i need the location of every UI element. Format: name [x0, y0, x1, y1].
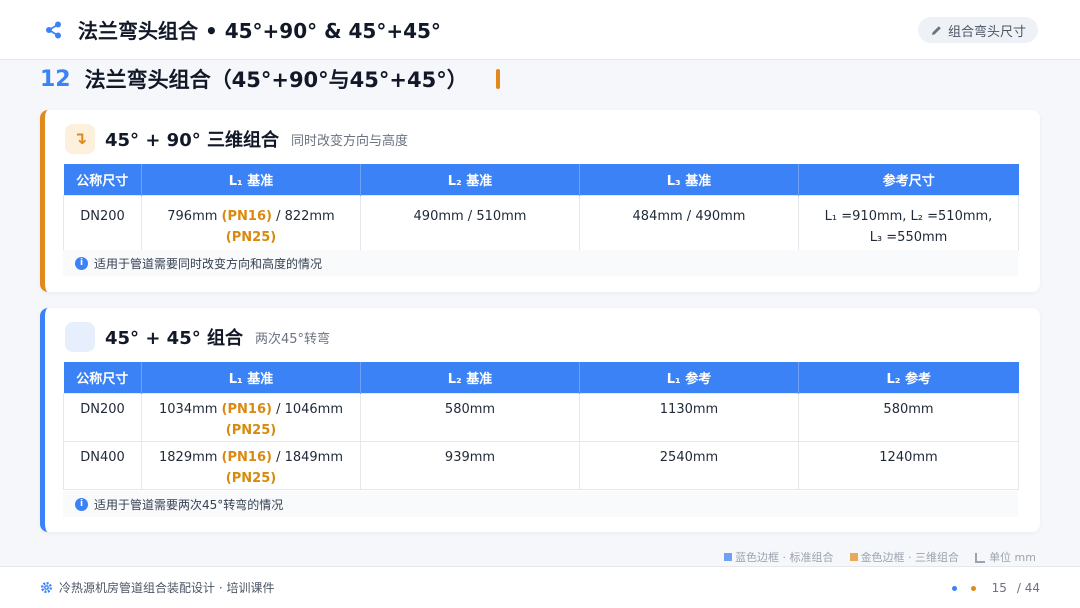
- info-icon: i: [75, 497, 88, 511]
- pn16-label: (PN16): [221, 208, 272, 224]
- cell-l3: 484mm / 490mm: [579, 194, 799, 251]
- note-row: i 适用于管道需要同时改变方向和高度的情况: [63, 250, 1018, 276]
- footer-bar: 冷热源机房管道组合装配设计 · 培训课件 15 / 44: [0, 566, 1080, 608]
- cell-l1-ref: 1130mm: [579, 392, 799, 442]
- dimension-table: 公称尺寸 L₁ 基准 L₂ 基准 L₃ 基准 参考尺寸 DN200 796mm …: [63, 164, 1019, 251]
- ruler-icon: [975, 552, 986, 563]
- table-header-row: 公称尺寸 L₁ 基准 L₂ 基准 L₁ 参考 L₂ 参考: [63, 362, 1019, 393]
- legend-item-blue: 蓝色边框 · 标准组合: [724, 549, 834, 565]
- note-text: 适用于管道需要两次45°转弯的情况: [94, 497, 284, 512]
- table-header-row: 公称尺寸 L₁ 基准 L₂ 基准 L₃ 基准 参考尺寸: [63, 164, 1019, 195]
- section-accent-bar: [495, 69, 500, 89]
- cell-size: DN400: [63, 440, 142, 490]
- column-header: L₁ 基准: [141, 362, 361, 393]
- card-45-90: ↴ 45° + 90° 三维组合 同时改变方向与高度 公称尺寸 L₁ 基准 L₂…: [40, 110, 1040, 292]
- header-bar: 法兰弯头组合 • 45°+90° & 45°+45° 组合弯头尺寸: [0, 0, 1080, 60]
- note-row: i 适用于管道需要两次45°转弯的情况: [63, 491, 1018, 517]
- cell-l1: 796mm (PN16) / 822mm (PN25): [141, 194, 361, 251]
- card-title: 45° + 90° 三维组合: [105, 130, 279, 151]
- cell-l2: 580mm: [360, 392, 580, 442]
- column-header: 公称尺寸: [63, 164, 142, 195]
- cell-size: DN200: [63, 194, 142, 251]
- pn25-label: (PN25): [225, 422, 277, 438]
- legend: 蓝色边框 · 标准组合 金色边框 · 三维组合 单位 mm: [708, 549, 1036, 565]
- column-header: 公称尺寸: [63, 362, 142, 393]
- page-number: 15: [991, 581, 1007, 595]
- cell-l2-ref: 580mm: [798, 392, 1019, 442]
- pn16-label: (PN16): [221, 449, 272, 465]
- cell-l2: 939mm: [360, 440, 580, 490]
- dimension-table: 公称尺寸 L₁ 基准 L₂ 基准 L₁ 参考 L₂ 参考 DN200 1034m…: [63, 362, 1019, 490]
- header-badge: 组合弯头尺寸: [917, 17, 1038, 43]
- footer-text: 冷热源机房管道组合装配设计 · 培训课件: [59, 581, 275, 595]
- section-title: 法兰弯头组合（45°+90°与45°+45°）: [84, 68, 468, 92]
- legend-item-unit: 单位 mm: [975, 549, 1036, 565]
- gear-icon: [41, 582, 52, 593]
- cell-size: DN200: [63, 392, 142, 442]
- pn25-label: (PN25): [225, 470, 277, 486]
- page-dot: [951, 585, 957, 591]
- cell-l1: 1829mm (PN16) / 1849mm (PN25): [141, 440, 361, 490]
- section-heading: 12 法兰弯头组合（45°+90°与45°+45°）: [40, 62, 500, 96]
- header-title: 法兰弯头组合 • 45°+90° & 45°+45°: [78, 19, 441, 43]
- card-subtitle: 两次45°转弯: [254, 331, 331, 347]
- turn-down-icon: ↴: [65, 124, 95, 154]
- note-text: 适用于管道需要同时改变方向和高度的情况: [94, 256, 323, 271]
- column-header: L₂ 基准: [360, 362, 580, 393]
- pn16-label: (PN16): [221, 401, 272, 417]
- card-header: ↴ 45° + 90° 三维组合 同时改变方向与高度: [65, 124, 408, 154]
- table-row: DN200 796mm (PN16) / 822mm (PN25) 490mm /…: [63, 194, 1019, 251]
- column-header: 参考尺寸: [798, 164, 1019, 195]
- table-row: DN200 1034mm (PN16) / 1046mm (PN25) 580mm…: [63, 392, 1019, 442]
- card-subtitle: 同时改变方向与高度: [290, 133, 408, 149]
- cell-l1: 1034mm (PN16) / 1046mm (PN25): [141, 392, 361, 442]
- info-icon: i: [75, 256, 88, 270]
- blank-icon: [65, 322, 95, 352]
- page-total: / 44: [1016, 581, 1040, 595]
- column-header: L₁ 参考: [579, 362, 799, 393]
- legend-item-orange: 金色边框 · 三维组合: [849, 549, 959, 565]
- card-title: 45° + 45° 组合: [105, 328, 243, 349]
- card-header: 45° + 45° 组合 两次45°转弯: [65, 322, 330, 352]
- cell-l2-ref: 1240mm: [798, 440, 1019, 490]
- pn25-label: (PN25): [225, 229, 277, 245]
- table-row: DN400 1829mm (PN16) / 1849mm (PN25) 939mm…: [63, 440, 1019, 490]
- header-badge-label: 组合弯头尺寸: [947, 24, 1026, 40]
- pencil-icon: [931, 25, 941, 35]
- cell-l2: 490mm / 510mm: [360, 194, 580, 251]
- cell-reference: L₁ =910mm, L₂ =510mm, L₃ =550mm: [798, 194, 1019, 251]
- column-header: L₁ 基准: [141, 164, 361, 195]
- column-header: L₂ 基准: [360, 164, 580, 195]
- page-dot-active: [970, 585, 976, 591]
- orange-square-icon: [849, 553, 858, 561]
- blue-square-icon: [724, 553, 733, 561]
- pager: 15 / 44: [951, 581, 1040, 595]
- column-header: L₂ 参考: [798, 362, 1019, 393]
- section-number: 12: [40, 66, 71, 92]
- cell-l1-ref: 2540mm: [579, 440, 799, 490]
- column-header: L₃ 基准: [579, 164, 799, 195]
- card-45-45: 45° + 45° 组合 两次45°转弯 公称尺寸 L₁ 基准 L₂ 基准 L₁…: [40, 308, 1040, 532]
- share-icon: [46, 21, 61, 38]
